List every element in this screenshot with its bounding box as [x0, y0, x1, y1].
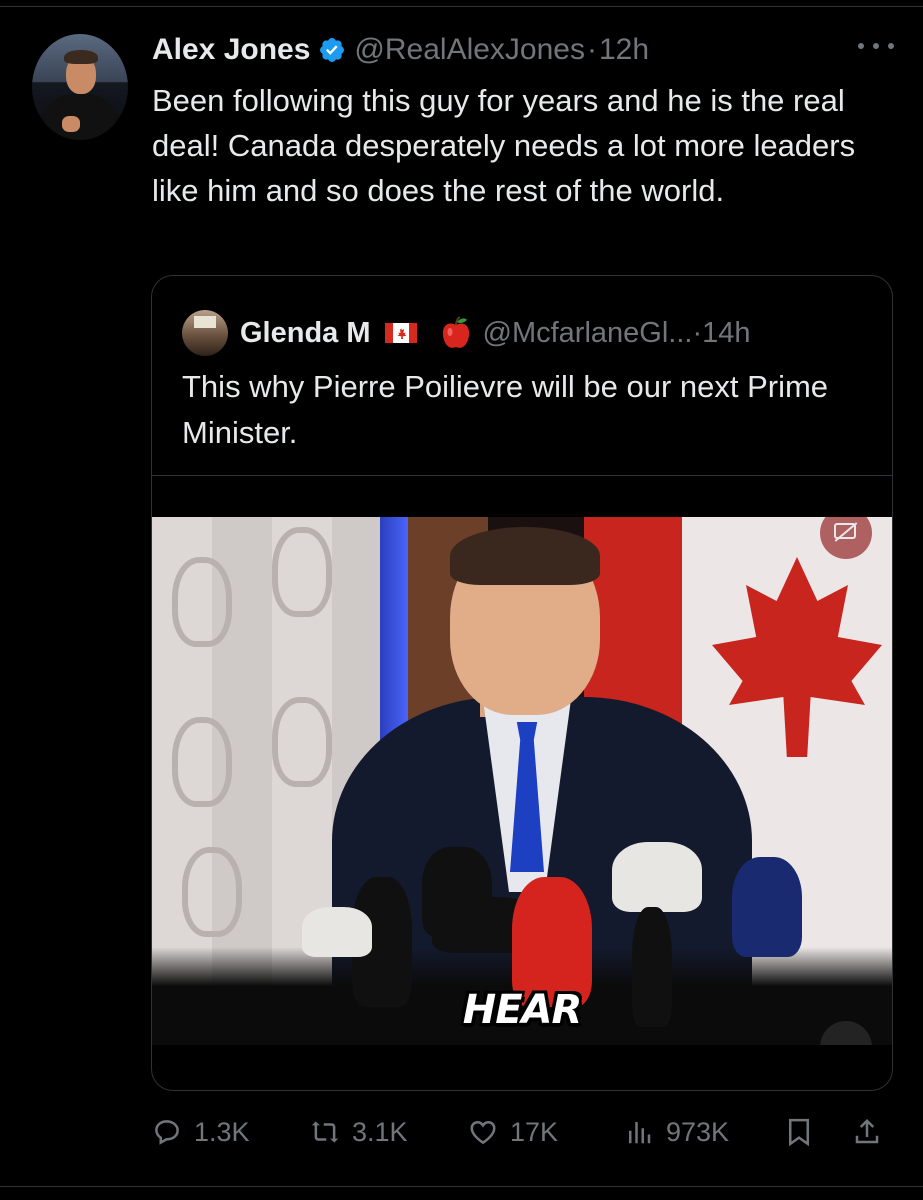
canada-flag-icon	[384, 323, 417, 343]
post-text: Been following this guy for years and he…	[152, 83, 856, 208]
verified-badge-icon	[318, 36, 346, 64]
quote-author-handle[interactable]: @McfarlaneGl...	[483, 317, 693, 350]
reply-icon	[155, 1120, 179, 1145]
like-icon	[470, 1120, 496, 1145]
share-icon	[855, 1118, 879, 1144]
microphone	[732, 857, 802, 957]
author-name[interactable]: Alex Jones	[152, 33, 310, 67]
quote-divider	[152, 475, 892, 476]
more-icon[interactable]	[858, 36, 894, 56]
repost-icon	[311, 1121, 339, 1143]
microphone	[632, 907, 672, 1027]
quote-text: This why Pierre Poilievre will be our ne…	[182, 369, 829, 450]
reply-count: 1.3K	[194, 1116, 250, 1147]
quoted-post[interactable]: Glenda M @McfarlaneGl... · 14h This why …	[151, 275, 893, 1091]
repost-button[interactable]: 3.1K	[310, 1112, 408, 1152]
video-caption: HEAR	[462, 987, 583, 1033]
quote-time[interactable]: 14h	[702, 317, 750, 350]
bottom-divider	[0, 1186, 923, 1187]
repost-count: 3.1K	[352, 1116, 408, 1147]
bookmark-button[interactable]	[784, 1112, 826, 1152]
post-header: Alex Jones @RealAlexJones · 12h	[152, 28, 649, 72]
like-button[interactable]: 17K	[468, 1112, 558, 1152]
separator: ·	[587, 33, 597, 66]
author-handle[interactable]: @RealAlexJones	[354, 33, 585, 67]
quote-author-name[interactable]: Glenda M	[240, 317, 371, 350]
author-avatar[interactable]	[32, 34, 128, 140]
views-count: 973K	[666, 1116, 730, 1147]
like-count: 17K	[510, 1116, 559, 1147]
quote-header: Glenda M @McfarlaneGl... · 14h	[240, 310, 751, 356]
volume-muted-icon[interactable]	[820, 1021, 872, 1045]
reply-button[interactable]: 1.3K	[152, 1112, 250, 1152]
top-divider	[0, 6, 923, 7]
microphone	[302, 907, 372, 957]
separator: ·	[692, 316, 703, 349]
share-button[interactable]	[852, 1112, 894, 1152]
views-icon	[629, 1122, 651, 1144]
views-button[interactable]: 973K	[624, 1112, 729, 1152]
microphone	[612, 842, 702, 912]
bookmark-icon	[789, 1118, 809, 1147]
video-player[interactable]: HEAR	[152, 517, 892, 1045]
action-bar: 1.3K 3.1K 17K 973K	[152, 1112, 897, 1152]
post-time[interactable]: 12h	[599, 33, 649, 67]
apple-icon	[439, 315, 473, 351]
quote-author-avatar[interactable]	[182, 310, 228, 356]
